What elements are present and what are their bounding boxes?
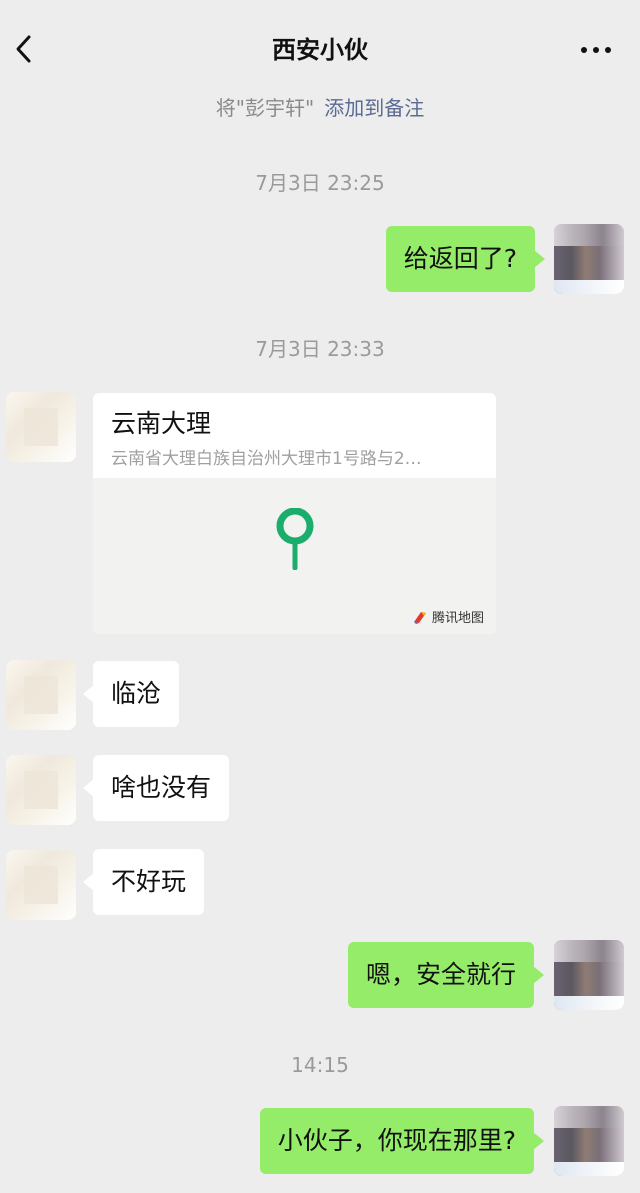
message-bubble-sent[interactable]: 小伙子，你现在那里? xyxy=(259,1108,545,1174)
timestamp: 14:15 xyxy=(291,1053,349,1077)
location-address: 云南省大理白族自治州大理市1号路与2… xyxy=(111,449,422,469)
message-bubble-sent[interactable]: 嗯，安全就行 xyxy=(347,942,545,1008)
location-message[interactable]: 云南大理 云南省大理白族自治州大理市1号路与2… 腾讯地图 xyxy=(93,393,496,634)
message-bubble-received[interactable]: 临沧 xyxy=(82,661,180,727)
add-remark-link[interactable]: 添加到备注 xyxy=(324,96,424,120)
avatar-self[interactable] xyxy=(554,940,624,1010)
map-credit: 腾讯地图 xyxy=(412,607,484,626)
page-title: 西安小伙 xyxy=(272,36,368,64)
message-bubble-received[interactable]: 啥也没有 xyxy=(82,755,230,821)
message-bubble-sent[interactable]: 给返回了? xyxy=(385,226,546,292)
avatar-self[interactable] xyxy=(554,224,624,294)
avatar-contact[interactable] xyxy=(6,755,76,825)
tencent-map-logo-icon xyxy=(413,611,426,624)
chat-header: 西安小伙 xyxy=(0,0,640,95)
avatar-self[interactable] xyxy=(554,1106,624,1176)
remark-hint: 将"彭宇轩" 添加到备注 xyxy=(0,92,640,124)
timestamp: 7月3日 23:25 xyxy=(255,171,385,195)
remark-prefix: 将"彭宇轩" xyxy=(215,96,315,120)
location-map: 腾讯地图 xyxy=(93,478,496,634)
message-bubble-received[interactable]: 不好玩 xyxy=(82,849,205,915)
avatar-contact[interactable] xyxy=(6,392,76,462)
more-button[interactable] xyxy=(574,32,618,68)
chat-screen: 西安小伙 将"彭宇轩" 添加到备注 7月3日 23:25 给返回了? 7月3日 2… xyxy=(0,0,640,1193)
timestamp: 7月3日 23:33 xyxy=(255,337,385,361)
map-credit-text: 腾讯地图 xyxy=(431,611,484,626)
map-pin-icon xyxy=(276,508,314,570)
more-horizontal-icon xyxy=(581,47,587,53)
avatar-contact[interactable] xyxy=(6,850,76,920)
avatar-contact[interactable] xyxy=(6,660,76,730)
location-title: 云南大理 xyxy=(111,409,212,438)
